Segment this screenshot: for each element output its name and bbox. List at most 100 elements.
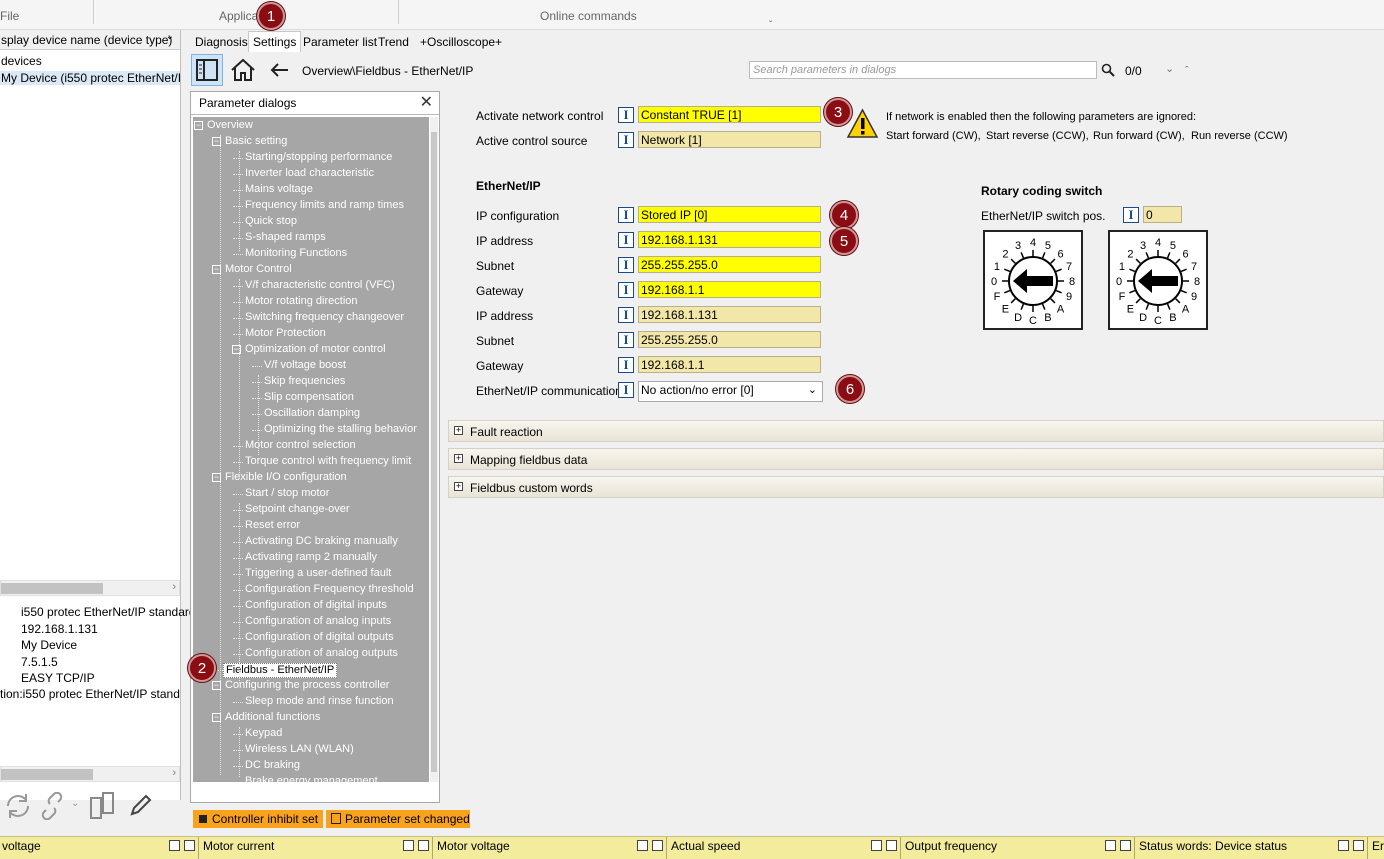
search-icon[interactable]: [1101, 63, 1115, 77]
link-icon[interactable]: [38, 792, 66, 820]
vertical-scrollbar[interactable]: [430, 117, 438, 782]
monitor-settings-icon[interactable]: [637, 840, 648, 851]
tree-item[interactable]: Brake energy management: [245, 775, 378, 782]
info-icon[interactable]: I: [618, 382, 634, 398]
tab-parameter-list[interactable]: Parameter list: [298, 31, 382, 51]
tab-oscilloscope[interactable]: +Oscilloscope+: [415, 31, 507, 51]
tree-item[interactable]: Inverter load characteristic: [245, 167, 374, 180]
tree-item[interactable]: Optimization of motor control: [245, 343, 386, 356]
ribbon-expand-icon[interactable]: ˬ: [769, 12, 772, 23]
tree-item[interactable]: Monitoring Functions: [245, 247, 347, 260]
monitor-settings-icon[interactable]: [871, 840, 882, 851]
monitor-window-icon[interactable]: [1353, 840, 1364, 851]
chevron-down-icon[interactable]: ⌄: [166, 31, 174, 42]
tree-item[interactable]: Configuration of analog outputs: [245, 647, 398, 660]
info-icon[interactable]: I: [1123, 207, 1139, 223]
tree-item[interactable]: V/f voltage boost: [264, 359, 346, 372]
info-icon[interactable]: I: [618, 332, 634, 348]
monitor-window-icon[interactable]: [418, 840, 429, 851]
communication-dropdown[interactable]: No action/no error [0] ⌄: [638, 381, 823, 402]
tree-item[interactable]: Configuration of analog inputs: [245, 615, 391, 628]
monitor-settings-icon[interactable]: [169, 840, 180, 851]
tree-item[interactable]: DC braking: [245, 759, 300, 772]
mapping-fieldbus-section[interactable]: + Mapping fieldbus data: [448, 448, 1384, 470]
tree-item[interactable]: Additional functions: [225, 711, 320, 724]
ethernet-param-field[interactable]: 255.255.255.0: [638, 331, 821, 348]
activate-network-field[interactable]: Constant TRUE [1]: [638, 106, 821, 123]
device-tree-root[interactable]: devices: [0, 54, 180, 68]
tree-item[interactable]: Oscillation damping: [264, 407, 360, 420]
scrollbar-thumb[interactable]: [1, 769, 93, 780]
close-icon[interactable]: ✕: [420, 95, 433, 111]
info-icon[interactable]: I: [618, 232, 634, 248]
monitor-window-icon[interactable]: [886, 840, 897, 851]
tab-diagnosis[interactable]: Diagnosis: [190, 31, 253, 51]
monitor-window-icon[interactable]: [184, 840, 195, 851]
custom-words-section[interactable]: + Fieldbus custom words: [448, 476, 1384, 498]
tree-item[interactable]: Configuration of digital outputs: [245, 631, 394, 644]
tree-item[interactable]: Setpoint change-over: [245, 503, 350, 516]
scroll-right-icon[interactable]: ›: [172, 581, 176, 593]
tree-item[interactable]: V/f characteristic control (VFC): [245, 279, 395, 292]
monitor-settings-icon[interactable]: [1105, 840, 1116, 851]
tree-item[interactable]: Configuration Frequency threshold: [245, 583, 414, 596]
tree-item[interactable]: Triggering a user-defined fault: [245, 567, 391, 580]
tree-item[interactable]: Basic setting: [225, 135, 287, 148]
ethernet-param-field[interactable]: 192.168.1.131: [638, 306, 821, 323]
tree-item[interactable]: Starting/stopping performance: [245, 151, 392, 164]
tab-trend[interactable]: Trend: [373, 31, 414, 51]
horizontal-scrollbar[interactable]: ›: [0, 580, 180, 596]
scrollbar-thumb[interactable]: [431, 132, 437, 772]
ethernet-param-field[interactable]: Stored IP [0]: [638, 206, 821, 223]
file-menu[interactable]: File: [0, 9, 19, 23]
collapse-minus-icon[interactable]: −: [194, 121, 203, 130]
tree-item[interactable]: Configuration of digital inputs: [245, 599, 387, 612]
tree-item[interactable]: Configuring the process controller: [225, 679, 389, 692]
refresh-icon[interactable]: [2, 790, 34, 822]
tree-item[interactable]: Quick stop: [245, 215, 297, 228]
online-commands-group[interactable]: Online commands: [540, 9, 637, 23]
tree-item[interactable]: Activating DC braking manually: [245, 535, 398, 548]
active-control-source-field[interactable]: Network [1]: [638, 131, 821, 148]
tree-item[interactable]: Motor Control: [225, 263, 292, 276]
tree-item[interactable]: Wireless LAN (WLAN): [245, 743, 354, 756]
tree-item[interactable]: Activating ramp 2 manually: [245, 551, 377, 564]
expand-plus-icon[interactable]: +: [454, 482, 463, 491]
ethernet-param-field[interactable]: 192.168.1.131: [638, 231, 821, 248]
ethernet-param-field[interactable]: 255.255.255.0: [638, 256, 821, 273]
monitor-settings-icon[interactable]: [403, 840, 414, 851]
ethernet-param-field[interactable]: 192.168.1.1: [638, 281, 821, 298]
tree-item[interactable]: Reset error: [245, 519, 300, 532]
tree-item[interactable]: Torque control with frequency limit: [245, 455, 411, 468]
chevron-down-icon[interactable]: ⌄: [808, 383, 817, 396]
info-icon[interactable]: I: [618, 132, 634, 148]
device-column-header[interactable]: splay device name (device type) ⌄: [0, 30, 180, 50]
scroll-right-icon[interactable]: ›: [172, 767, 176, 779]
monitor-settings-icon[interactable]: [1338, 840, 1349, 851]
tree-item[interactable]: Motor control selection: [245, 439, 356, 452]
monitor-window-icon[interactable]: [652, 840, 663, 851]
monitor-window-icon[interactable]: [1120, 840, 1131, 851]
tree-item[interactable]: Sleep mode and rinse function: [245, 695, 394, 708]
chevron-up-icon[interactable]: ˆ: [1185, 65, 1189, 77]
info-icon[interactable]: I: [618, 282, 634, 298]
switch-pos-field[interactable]: 0: [1143, 206, 1182, 223]
edit-pencil-icon[interactable]: [128, 792, 154, 818]
tab-settings[interactable]: Settings: [248, 31, 302, 53]
tree-item[interactable]: S-shaped ramps: [245, 231, 326, 244]
tree-item[interactable]: Frequency limits and ramp times: [245, 199, 404, 212]
info-icon[interactable]: I: [618, 257, 634, 273]
chevron-down-icon[interactable]: ⌄: [1165, 62, 1174, 75]
applica-group[interactable]: Applica: [219, 9, 258, 23]
tree-item[interactable]: Fieldbus - EtherNet/IP: [223, 663, 338, 678]
info-icon[interactable]: I: [618, 357, 634, 373]
info-icon[interactable]: I: [618, 307, 634, 323]
ethernet-param-field[interactable]: 192.168.1.1: [638, 356, 821, 373]
search-input[interactable]: Search parameters in dialogs: [749, 61, 1097, 79]
horizontal-scrollbar[interactable]: ›: [0, 766, 180, 782]
tree-item[interactable]: Skip frequencies: [264, 375, 345, 388]
expand-plus-icon[interactable]: +: [454, 454, 463, 463]
tree-item[interactable]: Keypad: [245, 727, 282, 740]
device-tree-item[interactable]: My Device (i550 protec EtherNet/IP st: [0, 71, 180, 85]
home-button[interactable]: [227, 54, 259, 86]
